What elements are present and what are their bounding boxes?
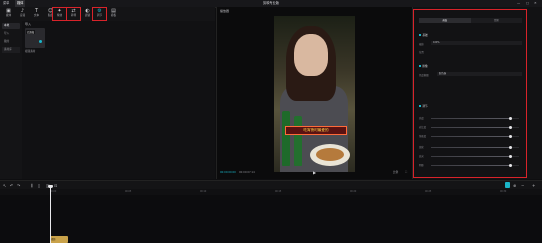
nav-item-import[interactable]: 导入 xyxy=(2,31,20,37)
tool-adjust[interactable]: ⚙ 调节 xyxy=(92,7,107,21)
ratio-button[interactable]: 比例 xyxy=(393,170,398,174)
tool-template[interactable]: ▤ 模板 xyxy=(107,8,120,20)
link-icon[interactable]: ⊕ xyxy=(513,182,516,189)
current-time: 00:00:00:00 xyxy=(220,171,236,174)
split-icon[interactable]: ⫼ xyxy=(31,182,33,189)
sharpen-slider[interactable] xyxy=(431,145,519,149)
playhead[interactable] xyxy=(50,185,51,243)
bottle xyxy=(282,111,290,166)
select-icon[interactable]: ↖ xyxy=(3,182,6,189)
tick-label: 00:30 xyxy=(500,190,507,193)
record-icon[interactable] xyxy=(505,182,510,188)
play-icon[interactable]: ▶ xyxy=(313,170,316,175)
props-tabs: 画面 音频 xyxy=(419,18,522,23)
player-title: 播放器 xyxy=(220,9,230,13)
slider-label: 饱和度 xyxy=(419,135,427,138)
added-badge: 已添加 xyxy=(26,30,36,34)
tick-label: 00:15 xyxy=(275,190,282,193)
properties-panel: 画面 音频 基础 缩放 100% 位置 抠像 色度抠图 取色器 调节 亮度 对比… xyxy=(413,7,542,179)
scale-field[interactable]: 100% xyxy=(431,41,522,45)
section-label: 基础 xyxy=(422,34,428,37)
row-label: 缩放 xyxy=(419,43,424,46)
slider-knob[interactable] xyxy=(508,125,512,129)
tool-label: 文本 xyxy=(33,14,40,17)
section-label: 调节 xyxy=(422,105,428,108)
section-keying[interactable]: 抠像 xyxy=(419,64,428,68)
tick-label: 00:25 xyxy=(425,190,432,193)
highlight-slider[interactable] xyxy=(431,154,519,158)
redo-icon[interactable]: ↷ xyxy=(17,182,20,189)
media-panel: 导入 已添加 视频素材 xyxy=(22,21,215,179)
tool-effects[interactable]: ✦ 特效 xyxy=(52,7,67,21)
person-face xyxy=(294,34,328,76)
video-clip[interactable]: 视频 xyxy=(50,236,68,243)
slider-knob[interactable] xyxy=(508,163,512,167)
window-title: 剪映专业版 xyxy=(263,1,279,5)
highlight-box xyxy=(413,9,527,178)
contrast-slider[interactable] xyxy=(431,125,519,129)
tool-label: 媒体 xyxy=(5,14,12,17)
slider-label: 亮度 xyxy=(419,117,424,120)
media-thumbnail[interactable]: 已添加 xyxy=(25,28,45,48)
tick-label: 00:05 xyxy=(125,190,132,193)
maximize-icon[interactable]: □ xyxy=(526,0,529,7)
tick-label: 00:10 xyxy=(200,190,207,193)
tool-label: 转场 xyxy=(70,14,77,17)
zoom-in-icon[interactable]: + xyxy=(532,182,535,189)
section-basic[interactable]: 基础 xyxy=(419,33,428,37)
total-time: 00:00:07:14 xyxy=(239,171,255,174)
slider-knob[interactable] xyxy=(508,116,512,120)
tool-audio[interactable]: ♪ 音频 xyxy=(16,8,29,20)
bottle xyxy=(294,116,302,166)
section-label: 抠像 xyxy=(422,65,428,68)
nav-item-mine[interactable]: 我的 xyxy=(2,39,20,45)
close-icon[interactable]: ✕ xyxy=(534,0,537,7)
food xyxy=(316,148,344,161)
media-file-name: 视频素材 xyxy=(25,50,36,53)
slider-label: 锐化 xyxy=(419,146,424,149)
timeline-tracks[interactable] xyxy=(0,195,542,243)
left-nav: 本地 导入 我的 素材库 xyxy=(0,21,23,179)
nav-item-library[interactable]: 素材库 xyxy=(2,47,20,53)
row-label: 色度抠图 xyxy=(419,74,429,77)
zoom-out-icon[interactable]: − xyxy=(521,182,524,189)
slider-knob[interactable] xyxy=(508,134,512,138)
tool-text[interactable]: T 文本 xyxy=(30,8,43,20)
tool-transition[interactable]: ⇄ 转场 xyxy=(66,7,81,21)
tool-label: 音频 xyxy=(19,14,26,17)
saturation-slider[interactable] xyxy=(431,134,519,138)
playhead-handle[interactable] xyxy=(48,185,53,188)
section-adjust[interactable]: 调节 xyxy=(419,104,428,108)
delete-icon[interactable]: ▯ xyxy=(38,182,40,189)
tool-label: 特效 xyxy=(56,14,63,17)
slider-label: 阴影 xyxy=(419,164,424,167)
tick-label: 00:20 xyxy=(350,190,357,193)
row-label: 位置 xyxy=(419,51,424,54)
fullscreen-icon[interactable]: ⛶ xyxy=(405,170,407,174)
tool-label: 模板 xyxy=(110,14,117,17)
undo-icon[interactable]: ↶ xyxy=(10,182,13,189)
subtitle-overlay[interactable]: 吃宵夜时最爱的 xyxy=(285,126,347,135)
slider-label: 对比度 xyxy=(419,126,427,129)
video-preview[interactable]: 吃宵夜时最爱的 xyxy=(274,16,355,172)
tool-media[interactable]: ▣ 媒体 xyxy=(2,8,15,20)
slider-label: 高光 xyxy=(419,155,424,158)
tool-label: 调节 xyxy=(96,14,103,17)
status-dot-icon xyxy=(39,40,42,43)
tab-audio[interactable]: 音频 xyxy=(471,18,523,23)
slider-knob[interactable] xyxy=(508,154,512,158)
tab-picture[interactable]: 画面 xyxy=(419,18,471,23)
crop-icon[interactable]: ⊡ xyxy=(54,182,57,189)
resource-toolbar: ▣ 媒体 ♪ 音频 T 文本 ☺ 贴纸 ✦ 特效 ⇄ 转场 ◐ 滤镜 ⚙ 调节 … xyxy=(0,7,215,21)
brightness-slider[interactable] xyxy=(431,116,519,120)
minimize-icon[interactable]: — xyxy=(517,0,520,7)
media-tab-import[interactable]: 导入 xyxy=(25,22,31,26)
nav-item-local[interactable]: 本地 xyxy=(2,23,20,29)
color-picker-field[interactable]: 取色器 xyxy=(437,72,522,76)
player-panel: 播放器 吃宵夜时最爱的 00:00:00:00 00:00:07:14 ▶ 比例… xyxy=(216,7,413,179)
shadow-slider[interactable] xyxy=(431,163,519,167)
slider-knob[interactable] xyxy=(508,145,512,149)
